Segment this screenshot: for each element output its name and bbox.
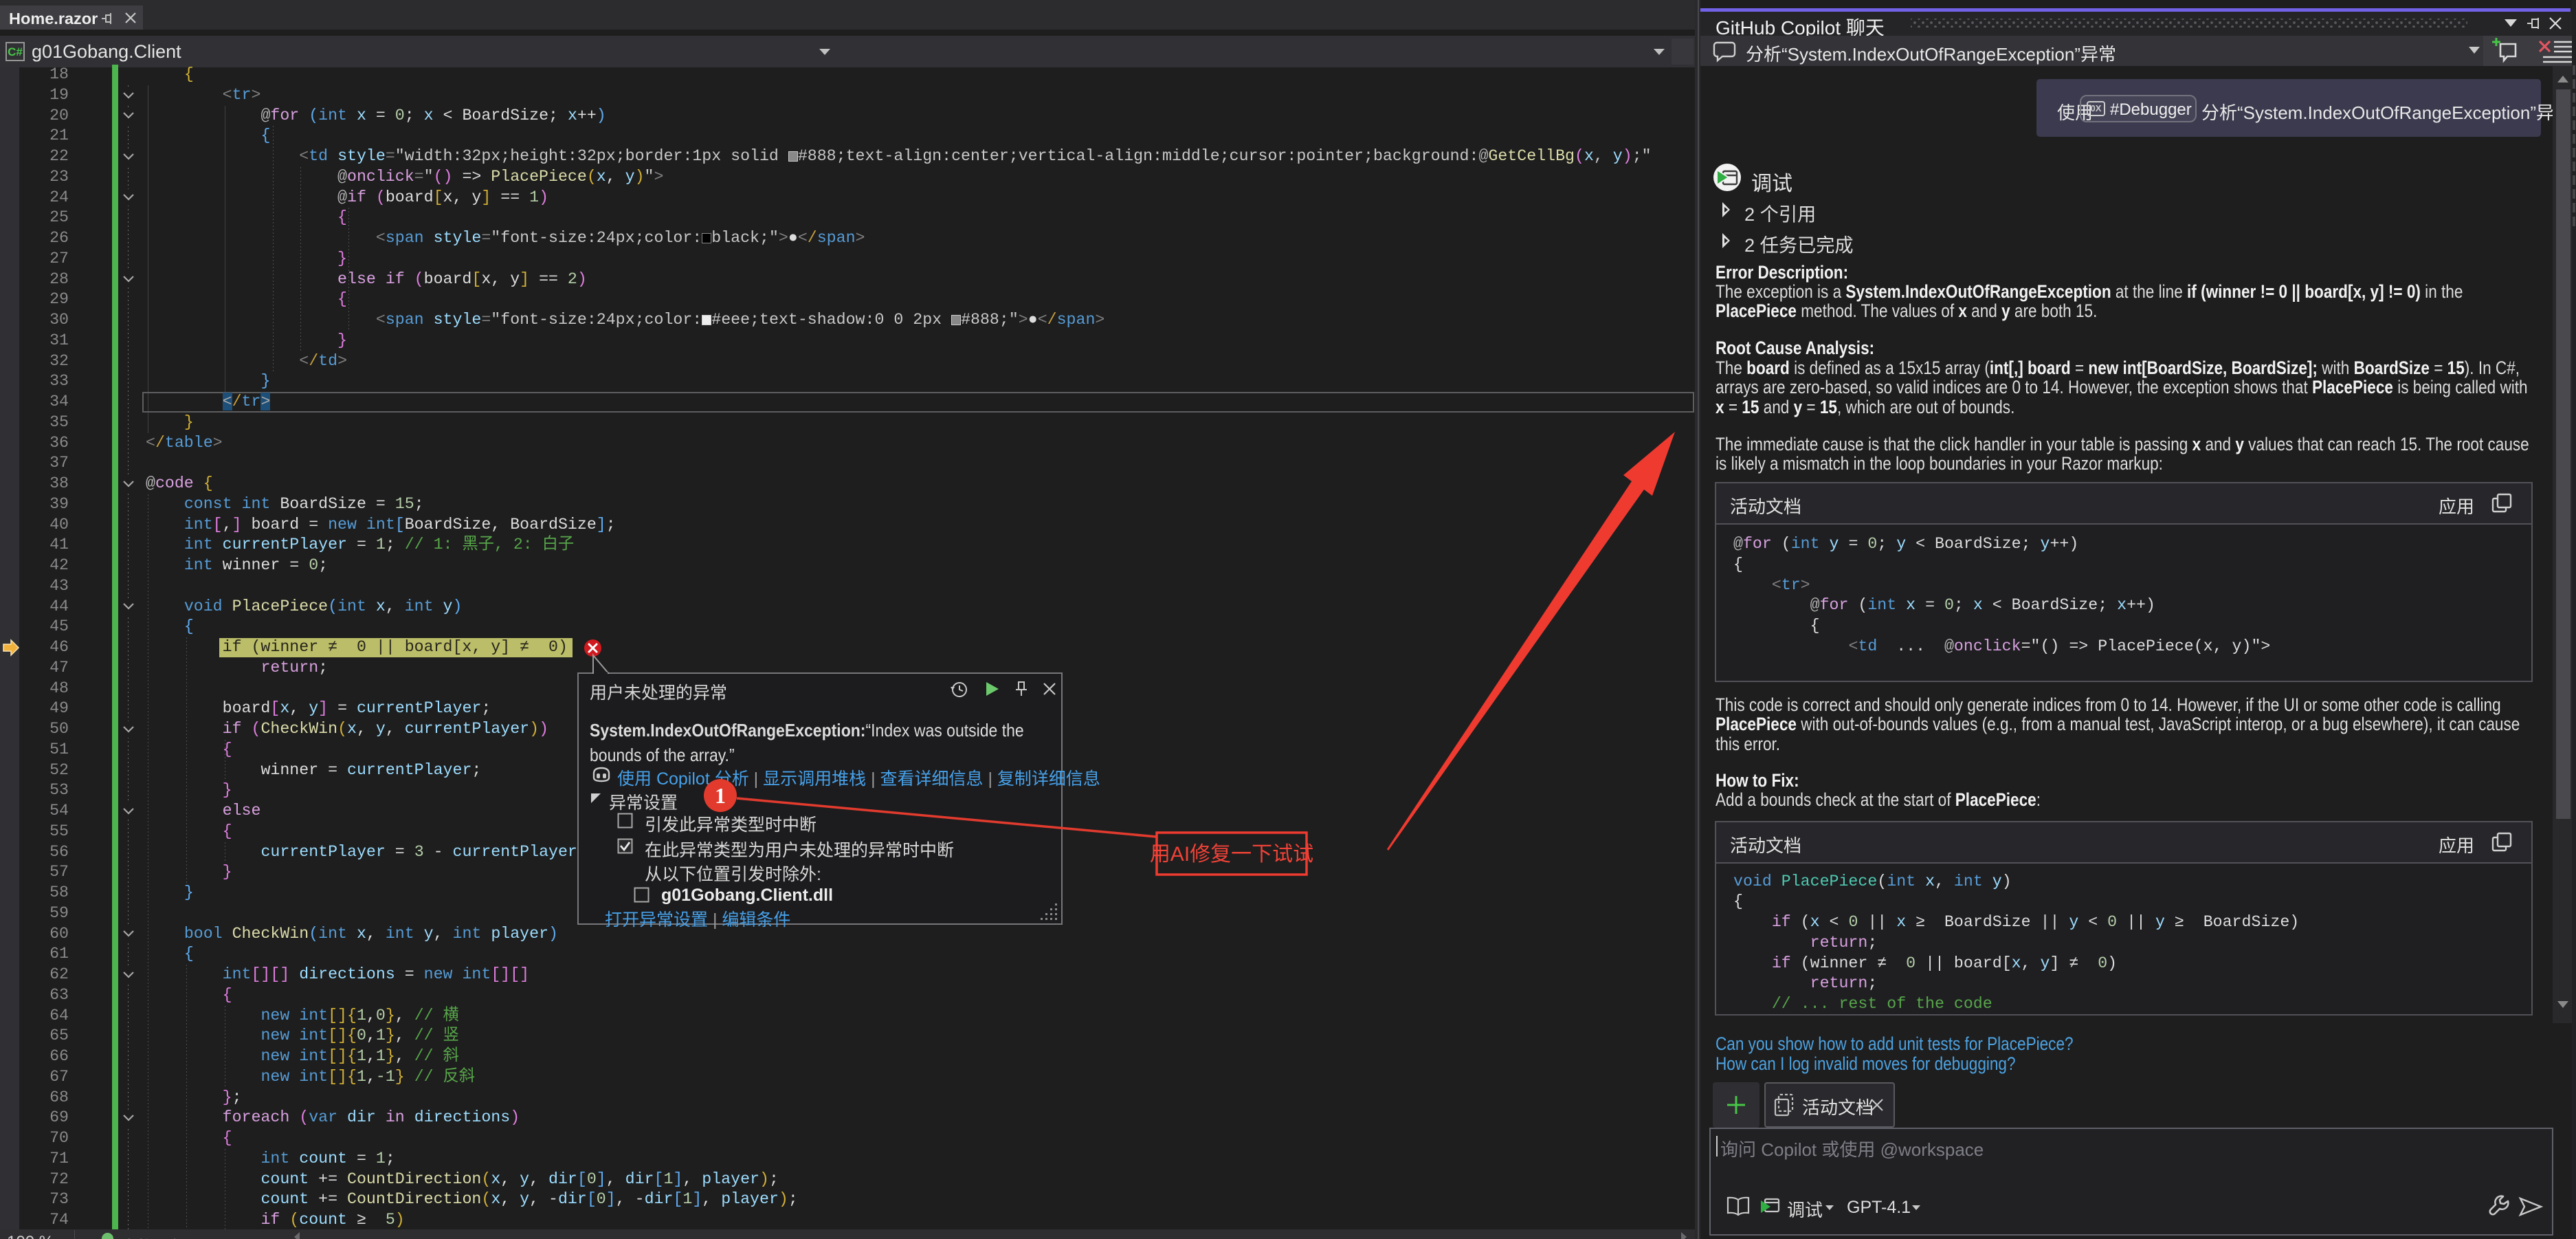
svg-text:1: 1	[715, 783, 726, 808]
svg-text:用AI修复一下试试: 用AI修复一下试试	[1150, 843, 1313, 866]
